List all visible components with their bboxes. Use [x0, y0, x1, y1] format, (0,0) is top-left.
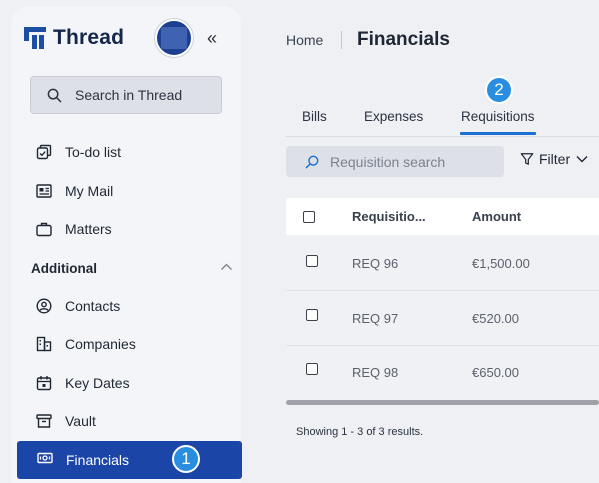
archive-icon — [36, 413, 52, 429]
mail-icon — [36, 183, 52, 199]
filter-label: Filter — [539, 151, 571, 167]
sidebar-item-label: To-do list — [65, 144, 122, 160]
avatar[interactable] — [155, 19, 193, 57]
sidebar-search-input[interactable]: Search in Thread — [30, 76, 222, 114]
row-checkbox[interactable] — [306, 309, 318, 321]
briefcase-icon — [36, 221, 52, 237]
sidebar-item-label: Matters — [65, 221, 112, 237]
building-icon — [36, 336, 52, 352]
sidebar-item-label: Companies — [65, 336, 136, 352]
tab-expenses[interactable]: Expenses — [364, 109, 423, 124]
tab-requisitions[interactable]: Requisitions — [461, 109, 535, 124]
sidebar: Thread « Search in Thread To-do list My … — [11, 6, 242, 483]
breadcrumb-home[interactable]: Home — [286, 32, 323, 48]
todo-icon — [36, 144, 52, 160]
sidebar-item-label: Contacts — [65, 298, 121, 314]
breadcrumb-divider — [341, 31, 342, 49]
step-badge-1: 1 — [172, 445, 200, 473]
step-badge-2: 2 — [485, 76, 513, 104]
requisition-id: REQ 98 — [352, 365, 399, 380]
table-header: Requisitio... Amount — [286, 198, 599, 235]
sidebar-search-placeholder: Search in Thread — [75, 87, 183, 103]
sidebar-item-matters[interactable]: Matters — [36, 219, 112, 239]
section-additional[interactable]: Additional — [31, 261, 97, 276]
requisition-search-input[interactable]: Requisition search — [286, 146, 504, 177]
results-count: Showing 1 - 3 of 3 results. — [296, 426, 424, 438]
requisition-id: REQ 96 — [352, 256, 399, 271]
filter-icon — [520, 153, 534, 165]
sidebar-item-financials[interactable]: Financials — [17, 441, 242, 479]
tabs-divider — [286, 136, 599, 137]
requisition-amount: €650.00 — [472, 365, 519, 380]
requisition-id: REQ 97 — [352, 311, 399, 326]
sidebar-item-companies[interactable]: Companies — [36, 334, 136, 354]
calendar-icon — [36, 375, 52, 391]
column-header-amount[interactable]: Amount — [472, 209, 521, 224]
page-title: Financials — [357, 29, 450, 50]
requisition-amount: €1,500.00 — [472, 256, 530, 271]
sidebar-item-todo[interactable]: To-do list — [36, 142, 121, 162]
column-header-requisition[interactable]: Requisitio... — [352, 209, 426, 224]
sidebar-item-vault[interactable]: Vault — [36, 411, 96, 431]
sidebar-item-contacts[interactable]: Contacts — [36, 296, 120, 316]
search-icon — [305, 155, 319, 168]
sidebar-item-label: My Mail — [65, 183, 114, 199]
sidebar-item-label: Vault — [65, 413, 96, 429]
filter-button[interactable]: Filter — [520, 151, 593, 167]
sidebar-item-key-dates[interactable]: Key Dates — [36, 373, 130, 393]
app-name: Thread — [53, 26, 125, 49]
requisition-search-placeholder: Requisition search — [330, 153, 446, 170]
money-icon — [37, 451, 53, 470]
chevron-up-icon[interactable] — [220, 262, 233, 272]
requisition-amount: €520.00 — [472, 311, 519, 326]
requisitions-table: Requisitio... Amount REQ 96 €1,500.00 RE… — [286, 198, 599, 398]
search-icon — [47, 88, 62, 102]
sidebar-item-label: Financials — [66, 452, 130, 468]
select-all-checkbox[interactable] — [303, 211, 315, 223]
app-logo[interactable]: Thread — [24, 26, 124, 50]
row-checkbox[interactable] — [306, 363, 318, 375]
active-tab-indicator — [460, 132, 536, 135]
row-divider — [286, 345, 599, 346]
chevron-down-icon — [576, 156, 588, 163]
sidebar-item-label: Key Dates — [65, 375, 130, 391]
tab-bills[interactable]: Bills — [302, 109, 327, 124]
collapse-sidebar-icon[interactable]: « — [207, 28, 217, 49]
row-checkbox[interactable] — [306, 255, 318, 267]
thread-logo-icon — [24, 27, 46, 49]
row-divider — [286, 290, 599, 291]
sidebar-item-mail[interactable]: My Mail — [36, 181, 113, 201]
horizontal-scrollbar[interactable] — [286, 400, 599, 405]
contact-icon — [36, 298, 52, 314]
